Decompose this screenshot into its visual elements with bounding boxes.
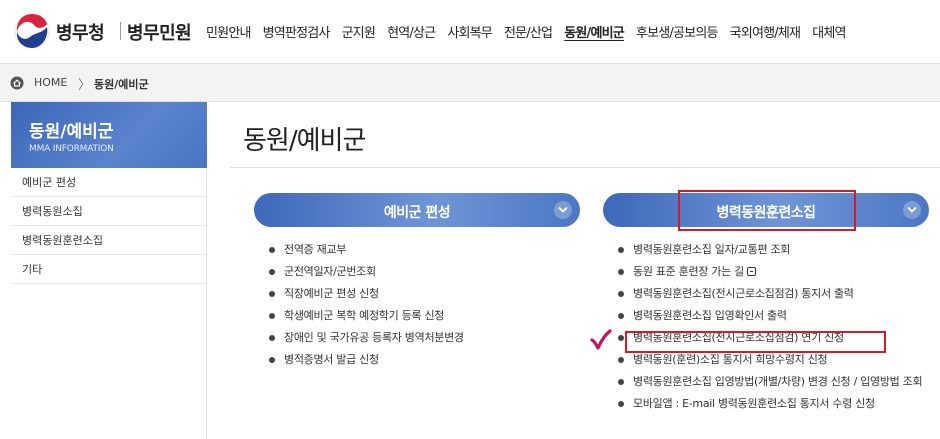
brand-name[interactable]: 병무청 — [56, 19, 105, 45]
reserve-organization-toggle-button[interactable]: 예비군 편성 — [254, 193, 580, 227]
list-item[interactable]: 학생예비군 복학 예정학기 등록 신청 — [268, 309, 588, 323]
sidebar-header: 동원/예비군 MMA INFORMATION — [11, 102, 207, 168]
breadcrumb-separator-icon: 〉 — [78, 78, 92, 93]
list-item[interactable]: 병력동원훈련소집 입영확인서 출력 — [617, 309, 930, 323]
nav-item-military-exam[interactable]: 병역판정검사 — [257, 22, 336, 41]
page-title: 동원/예비군 — [243, 126, 366, 156]
reserve-organization-label: 예비군 편성 — [383, 205, 451, 221]
brand-subtitle[interactable]: 병무민원 — [127, 19, 192, 45]
nav-item-civil-guide[interactable]: 민원안내 — [200, 22, 257, 41]
nav-item-enlistment[interactable]: 군지원 — [336, 22, 381, 41]
breadcrumb-home[interactable]: HOME — [34, 76, 67, 89]
main-navigation: 민원안내 병역판정검사 군지원 현역/상근 사회복무 전문/산업 동원/예비군 … — [200, 22, 852, 41]
external-link-icon[interactable] — [747, 267, 756, 276]
list-item[interactable]: 병력동원훈련소집(전시근로소집점검) 통지서 출력 — [617, 287, 930, 301]
home-icon[interactable] — [10, 76, 24, 90]
government-emblem-icon[interactable] — [14, 13, 50, 49]
check-mark-icon — [590, 329, 612, 350]
sidebar-subtitle: MMA INFORMATION — [29, 144, 114, 154]
breadcrumb: HOME 〉 동원/예비군 — [0, 64, 940, 102]
nav-item-social-service[interactable]: 사회복무 — [441, 22, 498, 41]
sidebar-item-mobilization-training[interactable]: 병력동원훈련소집 — [11, 226, 206, 255]
nav-item-active-duty[interactable]: 현역/상근 — [381, 22, 441, 41]
nav-item-overseas[interactable]: 국외여행/체재 — [724, 22, 807, 41]
sidebar-item-etc[interactable]: 기타 — [11, 255, 206, 284]
chevron-down-icon[interactable] — [903, 201, 921, 219]
list-item-label: 동원 표준 훈련장 가는 길 — [633, 265, 744, 278]
list-item[interactable]: 병적증명서 발급 신청 — [268, 353, 588, 367]
site-header: 병무청 병무민원 민원안내 병역판정검사 군지원 현역/상근 사회복무 전문/산… — [0, 0, 940, 64]
list-item[interactable]: 군전역일자/군번조회 — [268, 265, 588, 279]
title-divider — [230, 167, 940, 168]
sidebar-menu: 예비군 편성 병력동원소집 병력동원훈련소집 기타 — [11, 168, 207, 284]
nav-item-candidates[interactable]: 후보생/공보의등 — [630, 22, 724, 41]
sidebar-item-mobilization-call[interactable]: 병력동원소집 — [11, 197, 206, 226]
list-item[interactable]: 동원 표준 훈련장 가는 길 — [617, 265, 930, 279]
sidebar-item-reserve-organization[interactable]: 예비군 편성 — [11, 168, 206, 197]
chevron-down-icon[interactable] — [554, 201, 572, 219]
nav-item-alternative-service[interactable]: 대체역 — [806, 22, 851, 41]
nav-item-mobilization[interactable]: 동원/예비군 — [558, 22, 630, 41]
list-item[interactable]: 병력동원훈련소집 입영방법(개별/차량) 변경 신청 / 입영방법 조회 — [617, 375, 930, 389]
brand-divider — [120, 22, 121, 40]
list-item[interactable]: 장애인 및 국가유공 등록자 병역처분변경 — [268, 331, 588, 345]
sidebar-title: 동원/예비군 — [29, 122, 114, 142]
highlight-box-item — [625, 331, 886, 353]
sidebar-background — [11, 284, 207, 439]
list-item[interactable]: 직장예비군 편성 신청 — [268, 287, 588, 301]
list-item[interactable]: 병력동원훈련소집 일자/교통편 조회 — [617, 243, 930, 257]
list-item[interactable]: 모바일앱 : E-mail 병력동원훈련소집 통지서 수령 신청 — [617, 397, 930, 411]
list-item[interactable]: 전역증 재교부 — [268, 243, 588, 257]
nav-item-professional[interactable]: 전문/산업 — [498, 22, 558, 41]
highlight-box-section — [678, 190, 856, 231]
breadcrumb-current[interactable]: 동원/예비군 — [94, 76, 149, 92]
reserve-organization-list: 전역증 재교부 군전역일자/군번조회 직장예비군 편성 신청 학생예비군 복학 … — [268, 243, 588, 375]
list-item[interactable]: 병력동원(훈련)소집 통지서 희망수령지 신청 — [617, 353, 930, 367]
